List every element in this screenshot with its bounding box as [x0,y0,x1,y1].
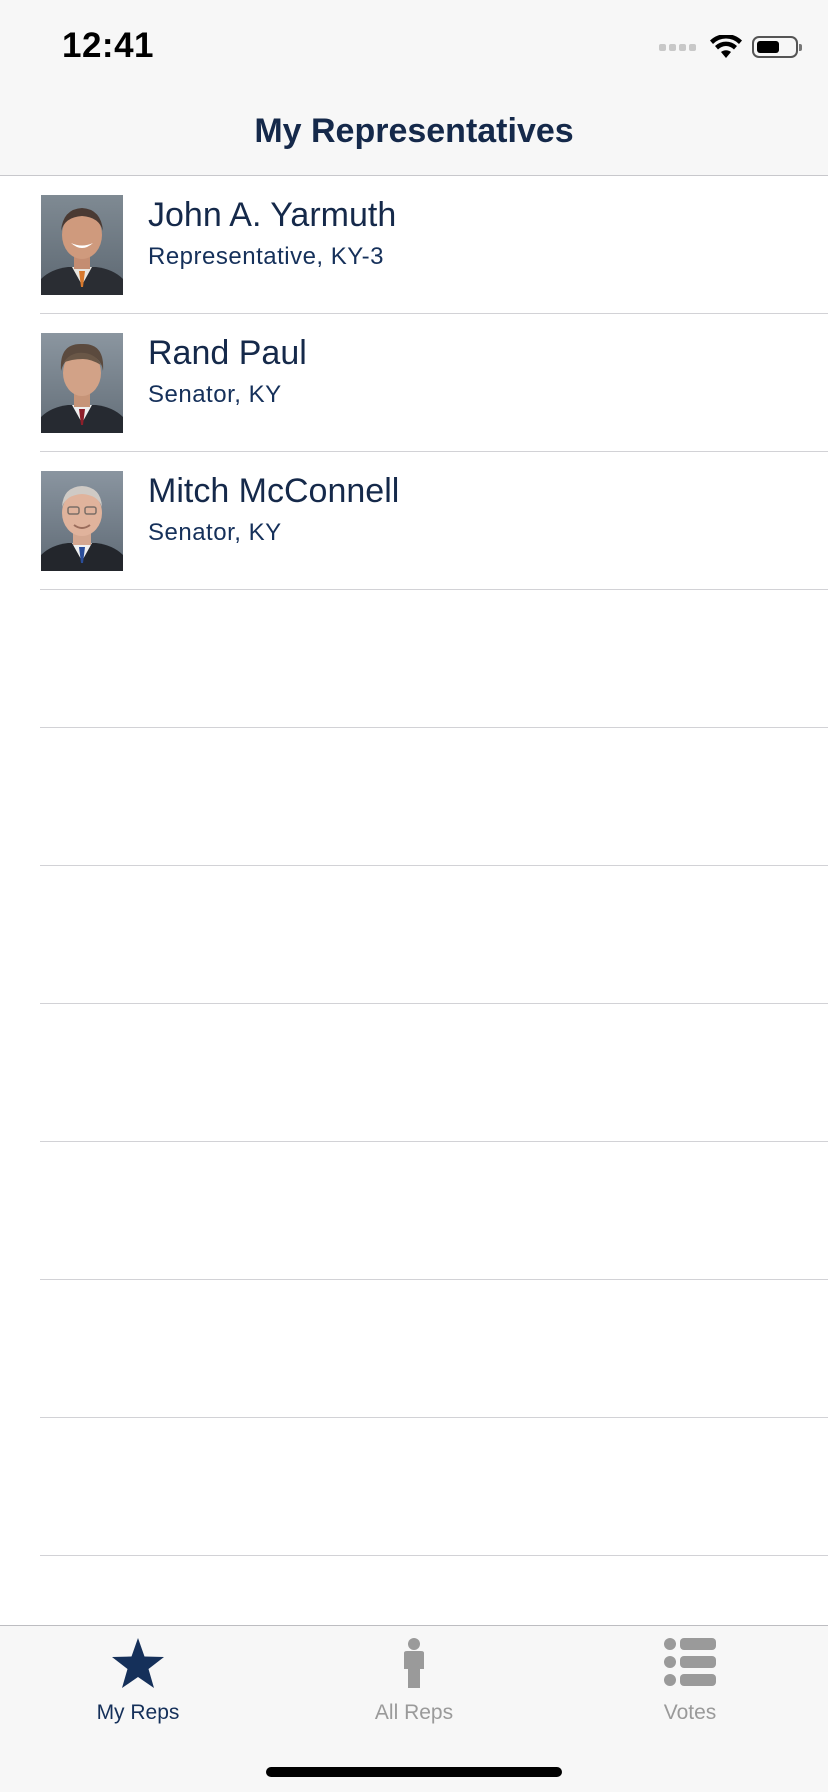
page-title: My Representatives [254,112,574,150]
tab-label: All Reps [374,1701,454,1724]
portrait-photo [41,195,123,295]
representative-role: Representative, KY-3 [148,243,384,270]
representatives-list: John A. Yarmuth Representative, KY-3 Ran… [0,176,828,1694]
representative-role: Senator, KY [148,519,282,546]
status-time: 12:41 [62,26,155,65]
representative-role: Senator, KY [148,381,282,408]
status-bar: 12:41 [0,0,828,100]
representative-row-yarmuth[interactable]: John A. Yarmuth Representative, KY-3 [40,176,828,314]
representative-row-mcconnell[interactable]: Mitch McConnell Senator, KY [40,452,828,590]
tab-all-reps[interactable]: All Reps [276,1626,552,1736]
representative-name: Rand Paul [148,334,307,372]
tab-label: My Reps [96,1701,180,1724]
person-icon [404,1638,424,1688]
list-icon [664,1638,716,1686]
tab-votes[interactable]: Votes [552,1626,828,1736]
battery-icon [752,36,802,58]
representative-name: John A. Yarmuth [148,196,397,234]
star-icon [112,1638,164,1688]
representative-row-paul[interactable]: Rand Paul Senator, KY [40,314,828,452]
tab-my-reps[interactable]: My Reps [0,1626,276,1736]
status-icons [659,35,802,59]
empty-row [40,728,828,866]
portrait-photo [41,333,123,433]
empty-row [40,1418,828,1556]
wifi-icon [710,35,742,58]
home-indicator [266,1767,562,1777]
empty-row [40,1142,828,1280]
portrait-photo [41,471,123,571]
navigation-bar: My Representatives [0,100,828,176]
empty-row [40,866,828,1004]
empty-row [40,1280,828,1418]
empty-row [40,590,828,728]
empty-row [40,1004,828,1142]
tab-label: Votes [663,1701,717,1724]
cellular-signal-icon [659,43,696,51]
representative-name: Mitch McConnell [148,472,400,510]
